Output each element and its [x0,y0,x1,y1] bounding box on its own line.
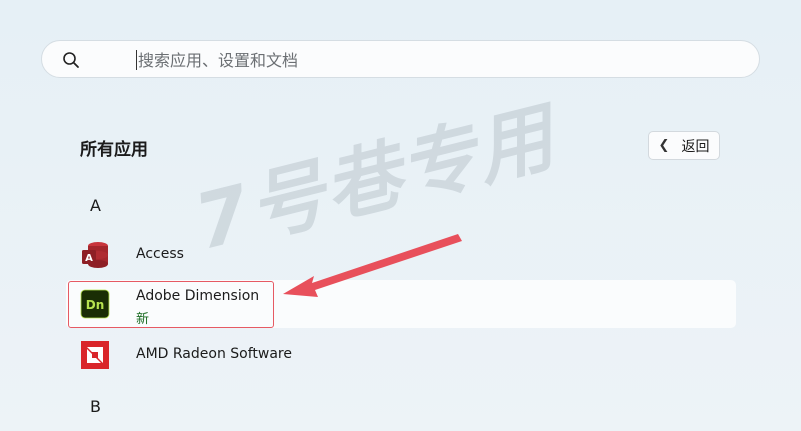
search-icon [63,52,79,68]
search-input[interactable] [138,47,738,73]
access-icon: A [82,242,108,268]
group-letter-b[interactable]: B [90,397,101,416]
app-name: AMD Radeon Software [136,346,292,362]
app-item-amd-radeon-software[interactable]: AMD Radeon Software [66,330,736,378]
back-button[interactable]: ❮ 返回 [648,131,720,160]
text-caret [136,50,137,70]
app-item-access[interactable]: A Access [66,230,736,278]
chevron-left-icon: ❮ [658,138,670,153]
app-name: Access [136,246,184,262]
svg-text:A: A [85,253,93,264]
group-letter-a[interactable]: A [90,196,101,215]
back-button-label: 返回 [681,138,710,155]
search-box[interactable] [41,40,760,78]
page-title: 所有应用 [80,140,148,160]
amd-radeon-icon [81,341,109,369]
highlight-box [68,281,274,328]
